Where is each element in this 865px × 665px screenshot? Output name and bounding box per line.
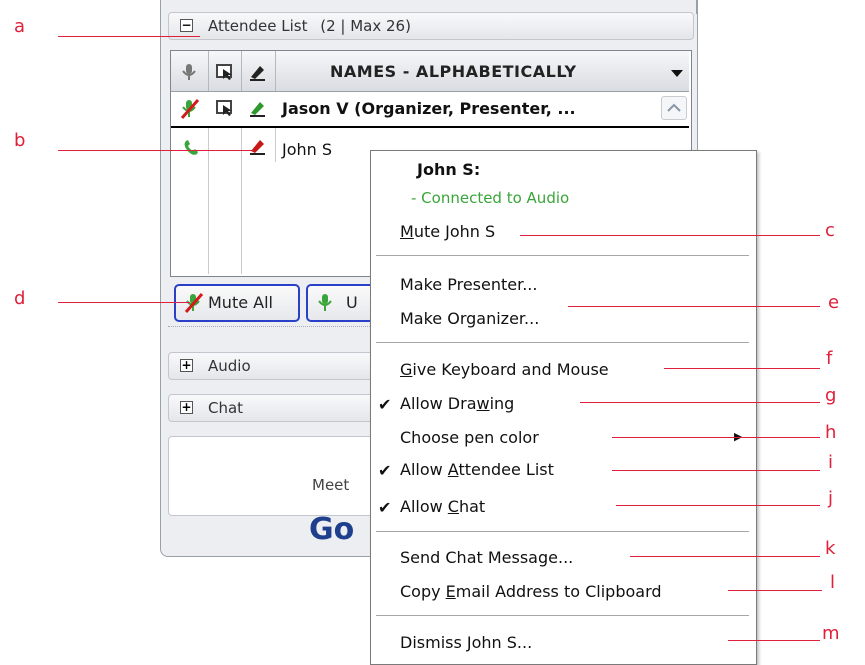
pen-red-icon[interactable] <box>248 136 268 158</box>
label-part: Allow Dra <box>400 394 477 413</box>
allow-drawing-menu-item[interactable]: Allow Drawing <box>400 394 514 413</box>
brand-logo-text: Go <box>309 512 355 547</box>
mute-menu-item[interactable]: Mute John S <box>400 222 495 241</box>
attendee-list-title-text: Attendee List <box>208 17 308 35</box>
column-divider <box>275 128 276 162</box>
microphone-icon <box>182 64 196 80</box>
label-part: ttendee List <box>458 460 554 479</box>
accelerator-key: M <box>400 222 414 241</box>
accelerator-key: C <box>447 497 459 516</box>
label-part: Copy <box>400 582 446 601</box>
callout-line-a <box>58 36 200 37</box>
checkmark-icon: ✔ <box>378 461 392 480</box>
checkmark-icon: ✔ <box>378 395 392 414</box>
muted-microphone-icon[interactable] <box>180 98 200 120</box>
muted-microphone-icon <box>184 293 204 313</box>
menu-separator <box>376 342 749 343</box>
accelerator-key: E <box>445 582 456 601</box>
callout-line-d <box>58 302 190 303</box>
allow-attendee-list-menu-item[interactable]: Allow Attendee List <box>400 460 554 479</box>
callout-line-m <box>728 640 820 641</box>
menu-separator <box>376 255 749 256</box>
label-part: ive Keyboard and Mouse <box>412 360 609 379</box>
expand-icon[interactable]: + <box>180 359 193 372</box>
chevron-up-icon <box>667 103 681 112</box>
expand-symbol: + <box>181 400 192 414</box>
callout-line-i <box>612 470 820 471</box>
callout-line-g <box>580 402 820 403</box>
callout-label-h: h <box>825 422 837 443</box>
keyboard-mouse-icon <box>216 64 232 80</box>
dismiss-attendee-menu-item[interactable]: Dismiss John S... <box>400 633 532 652</box>
make-presenter-menu-item[interactable]: Make Presenter... <box>400 275 537 294</box>
expand-symbol: + <box>181 358 192 372</box>
attendee-list-title: Attendee List (2 | Max 26) <box>208 17 411 35</box>
attendee-count: (2 | Max 26) <box>320 17 411 35</box>
callout-label-j: j <box>828 488 834 509</box>
organizer-divider <box>171 126 689 128</box>
names-column-header[interactable]: NAMES - ALPHABETICALLY <box>330 62 577 81</box>
label-part: hat <box>458 497 486 516</box>
callout-line-h <box>612 437 820 438</box>
allow-chat-menu-item[interactable]: Allow Chat <box>400 497 485 516</box>
audio-section-label: Audio <box>208 357 251 375</box>
label-part: ing <box>489 394 515 413</box>
label-part: ute John S <box>413 222 496 241</box>
callout-label-l: l <box>830 572 836 593</box>
choose-pen-color-menu-item[interactable]: Choose pen color <box>400 428 539 447</box>
phone-icon <box>184 140 198 155</box>
callout-label-a: a <box>14 16 26 37</box>
accelerator-key: G <box>400 360 413 379</box>
collapse-icon[interactable]: − <box>180 19 193 32</box>
accelerator-key: A <box>447 460 459 479</box>
send-chat-message-menu-item[interactable]: Send Chat Message... <box>400 548 573 567</box>
microphone-icon <box>318 294 332 311</box>
callout-line-c <box>520 235 820 236</box>
callout-line-f <box>664 368 820 369</box>
mute-all-label: Mute All <box>208 293 273 312</box>
unmute-all-label: U <box>346 293 358 312</box>
meeting-info-text: Meet <box>312 476 350 494</box>
callout-line-b <box>58 150 253 151</box>
attendee-row-name[interactable]: John S <box>282 140 332 159</box>
pen-green-icon[interactable] <box>248 98 268 120</box>
callout-label-f: f <box>826 348 833 369</box>
menu-separator <box>376 615 749 616</box>
chat-section-label: Chat <box>208 399 244 417</box>
label-part: Allow <box>400 460 448 479</box>
menu-separator <box>376 531 749 532</box>
callout-label-d: d <box>14 288 26 309</box>
expand-icon[interactable]: + <box>180 401 193 414</box>
panel-edge <box>696 0 697 14</box>
callout-line-l <box>728 590 822 591</box>
callout-label-b: b <box>14 130 26 151</box>
scroll-up-button[interactable] <box>661 96 687 120</box>
keyboard-mouse-icon[interactable] <box>215 98 235 120</box>
make-organizer-menu-item[interactable]: Make Organizer... <box>400 309 539 328</box>
mute-all-button[interactable]: Mute All <box>174 284 300 322</box>
callout-line-k <box>630 556 820 557</box>
audio-status: - Connected to Audio <box>411 189 570 207</box>
sort-dropdown-icon[interactable] <box>670 68 684 78</box>
callout-label-c: c <box>825 220 835 241</box>
callout-line-e <box>568 306 820 307</box>
callout-label-g: g <box>825 385 837 406</box>
callout-label-m: m <box>822 623 840 644</box>
label-part: Allow <box>400 497 448 516</box>
pen-icon <box>250 66 265 81</box>
callout-label-k: k <box>825 538 836 559</box>
collapse-symbol: − <box>181 18 192 32</box>
copy-email-menu-item[interactable]: Copy Email Address to Clipboard <box>400 582 662 601</box>
checkmark-icon: ✔ <box>378 498 392 517</box>
label-part: mail Address to Clipboard <box>455 582 662 601</box>
callout-line-j <box>616 505 820 506</box>
callout-label-i: i <box>828 452 834 473</box>
give-keyboard-mouse-menu-item[interactable]: Give Keyboard and Mouse <box>400 360 609 379</box>
attendee-row-name[interactable]: Jason V (Organizer, Presenter, ... <box>282 99 576 118</box>
callout-label-e: e <box>828 292 840 313</box>
accelerator-key: w <box>476 394 490 413</box>
context-menu-title: John S: <box>417 160 481 179</box>
